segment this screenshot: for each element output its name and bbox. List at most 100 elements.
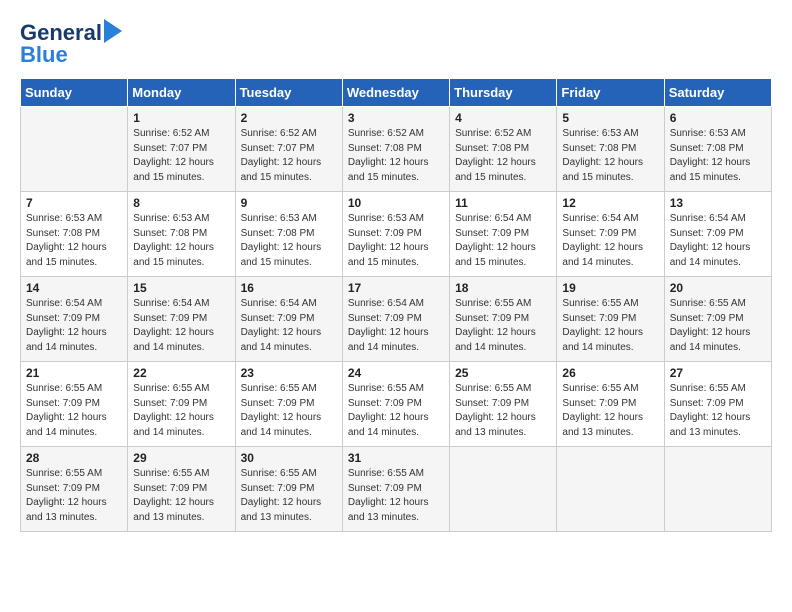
day-info: Sunrise: 6:53 AMSunset: 7:08 PMDaylight:…	[133, 212, 229, 270]
daylight-text: Daylight: 12 hours and 13 minutes.	[348, 496, 444, 525]
day-number: 1	[133, 111, 229, 125]
sunset-text: Sunset: 7:08 PM	[670, 142, 766, 157]
weekday-header: Saturday	[664, 79, 771, 107]
calendar-cell: 8Sunrise: 6:53 AMSunset: 7:08 PMDaylight…	[128, 192, 235, 277]
sunrise-text: Sunrise: 6:55 AM	[455, 297, 551, 312]
sunrise-text: Sunrise: 6:55 AM	[670, 382, 766, 397]
day-info: Sunrise: 6:55 AMSunset: 7:09 PMDaylight:…	[241, 382, 337, 440]
calendar-cell: 1Sunrise: 6:52 AMSunset: 7:07 PMDaylight…	[128, 107, 235, 192]
sunrise-text: Sunrise: 6:54 AM	[241, 297, 337, 312]
day-number: 27	[670, 366, 766, 380]
daylight-text: Daylight: 12 hours and 14 minutes.	[241, 411, 337, 440]
day-info: Sunrise: 6:54 AMSunset: 7:09 PMDaylight:…	[670, 212, 766, 270]
day-info: Sunrise: 6:54 AMSunset: 7:09 PMDaylight:…	[133, 297, 229, 355]
sunrise-text: Sunrise: 6:55 AM	[455, 382, 551, 397]
daylight-text: Daylight: 12 hours and 14 minutes.	[26, 326, 122, 355]
sunrise-text: Sunrise: 6:55 AM	[241, 382, 337, 397]
calendar-cell: 7Sunrise: 6:53 AMSunset: 7:08 PMDaylight…	[21, 192, 128, 277]
day-number: 30	[241, 451, 337, 465]
day-number: 22	[133, 366, 229, 380]
daylight-text: Daylight: 12 hours and 14 minutes.	[348, 411, 444, 440]
calendar-cell: 29Sunrise: 6:55 AMSunset: 7:09 PMDayligh…	[128, 447, 235, 532]
day-number: 9	[241, 196, 337, 210]
day-info: Sunrise: 6:53 AMSunset: 7:09 PMDaylight:…	[348, 212, 444, 270]
day-info: Sunrise: 6:55 AMSunset: 7:09 PMDaylight:…	[348, 467, 444, 525]
calendar-cell: 12 Sunrise: 6:54 AMSunset: 7:09 PMDayligh…	[557, 192, 664, 277]
sunrise-text: Sunrise: 6:54 AM	[455, 212, 551, 227]
calendar-table: SundayMondayTuesdayWednesdayThursdayFrid…	[20, 78, 772, 532]
sunset-text: Sunset: 7:09 PM	[562, 312, 658, 327]
calendar-cell	[557, 447, 664, 532]
daylight-text: Daylight: 12 hours and 15 minutes.	[670, 156, 766, 185]
sunrise-text: Sunrise: 6:55 AM	[241, 467, 337, 482]
calendar-week-row: 28Sunrise: 6:55 AMSunset: 7:09 PMDayligh…	[21, 447, 772, 532]
sunrise-text: Sunrise: 6:53 AM	[133, 212, 229, 227]
calendar-week-row: 21Sunrise: 6:55 AMSunset: 7:09 PMDayligh…	[21, 362, 772, 447]
sunset-text: Sunset: 7:09 PM	[562, 397, 658, 412]
calendar-header-row: SundayMondayTuesdayWednesdayThursdayFrid…	[21, 79, 772, 107]
calendar-cell: 20 Sunrise: 6:55 AMSunset: 7:09 PMDayligh…	[664, 277, 771, 362]
daylight-text: Daylight: 12 hours and 14 minutes.	[348, 326, 444, 355]
day-info: Sunrise: 6:52 AMSunset: 7:08 PMDaylight:…	[455, 127, 551, 185]
calendar-cell: 27 Sunrise: 6:55 AMSunset: 7:09 PMDayligh…	[664, 362, 771, 447]
calendar-cell: 22Sunrise: 6:55 AMSunset: 7:09 PMDayligh…	[128, 362, 235, 447]
day-number: 28	[26, 451, 122, 465]
day-number: 3	[348, 111, 444, 125]
day-info: Sunrise: 6:53 AMSunset: 7:08 PMDaylight:…	[241, 212, 337, 270]
daylight-text: Daylight: 12 hours and 14 minutes.	[26, 411, 122, 440]
day-number: 16	[241, 281, 337, 295]
daylight-text: Daylight: 12 hours and 14 minutes.	[133, 326, 229, 355]
day-info: Sunrise: 6:52 AMSunset: 7:07 PMDaylight:…	[241, 127, 337, 185]
sunrise-text: Sunrise: 6:54 AM	[26, 297, 122, 312]
calendar-cell	[21, 107, 128, 192]
day-number: 31	[348, 451, 444, 465]
calendar-cell: 6Sunrise: 6:53 AMSunset: 7:08 PMDaylight…	[664, 107, 771, 192]
calendar-cell: 25 Sunrise: 6:55 AMSunset: 7:09 PMDayligh…	[450, 362, 557, 447]
sunrise-text: Sunrise: 6:52 AM	[348, 127, 444, 142]
calendar-cell: 19Sunrise: 6:55 AMSunset: 7:09 PMDayligh…	[557, 277, 664, 362]
sunset-text: Sunset: 7:08 PM	[562, 142, 658, 157]
calendar-cell	[450, 447, 557, 532]
sunrise-text: Sunrise: 6:55 AM	[348, 467, 444, 482]
sunset-text: Sunset: 7:08 PM	[455, 142, 551, 157]
day-info: Sunrise: 6:54 AMSunset: 7:09 PMDaylight:…	[562, 212, 658, 270]
sunset-text: Sunset: 7:09 PM	[241, 397, 337, 412]
day-number: 21	[26, 366, 122, 380]
day-number: 12	[562, 196, 658, 210]
daylight-text: Daylight: 12 hours and 13 minutes.	[26, 496, 122, 525]
day-number: 24	[348, 366, 444, 380]
daylight-text: Daylight: 12 hours and 15 minutes.	[133, 241, 229, 270]
calendar-cell: 24Sunrise: 6:55 AMSunset: 7:09 PMDayligh…	[342, 362, 449, 447]
sunset-text: Sunset: 7:09 PM	[348, 482, 444, 497]
day-number: 20	[670, 281, 766, 295]
sunrise-text: Sunrise: 6:54 AM	[670, 212, 766, 227]
day-info: Sunrise: 6:54 AMSunset: 7:09 PMDaylight:…	[241, 297, 337, 355]
day-number: 25	[455, 366, 551, 380]
sunset-text: Sunset: 7:09 PM	[670, 397, 766, 412]
calendar-cell: 17Sunrise: 6:54 AMSunset: 7:09 PMDayligh…	[342, 277, 449, 362]
day-info: Sunrise: 6:55 AMSunset: 7:09 PMDaylight:…	[670, 382, 766, 440]
sunset-text: Sunset: 7:09 PM	[455, 312, 551, 327]
day-info: Sunrise: 6:53 AMSunset: 7:08 PMDaylight:…	[26, 212, 122, 270]
logo: General Blue	[20, 20, 122, 68]
day-info: Sunrise: 6:55 AMSunset: 7:09 PMDaylight:…	[455, 382, 551, 440]
sunset-text: Sunset: 7:09 PM	[26, 397, 122, 412]
day-info: Sunrise: 6:55 AMSunset: 7:09 PMDaylight:…	[670, 297, 766, 355]
day-info: Sunrise: 6:55 AMSunset: 7:09 PMDaylight:…	[133, 467, 229, 525]
daylight-text: Daylight: 12 hours and 13 minutes.	[133, 496, 229, 525]
sunset-text: Sunset: 7:09 PM	[241, 482, 337, 497]
weekday-header: Tuesday	[235, 79, 342, 107]
sunrise-text: Sunrise: 6:53 AM	[26, 212, 122, 227]
logo-blue-text: Blue	[20, 42, 68, 68]
sunset-text: Sunset: 7:09 PM	[26, 312, 122, 327]
calendar-cell: 23Sunrise: 6:55 AMSunset: 7:09 PMDayligh…	[235, 362, 342, 447]
weekday-header: Friday	[557, 79, 664, 107]
day-info: Sunrise: 6:53 AMSunset: 7:08 PMDaylight:…	[670, 127, 766, 185]
day-info: Sunrise: 6:55 AMSunset: 7:09 PMDaylight:…	[455, 297, 551, 355]
sunrise-text: Sunrise: 6:52 AM	[455, 127, 551, 142]
sunrise-text: Sunrise: 6:54 AM	[348, 297, 444, 312]
daylight-text: Daylight: 12 hours and 15 minutes.	[348, 156, 444, 185]
sunset-text: Sunset: 7:09 PM	[670, 312, 766, 327]
sunrise-text: Sunrise: 6:55 AM	[348, 382, 444, 397]
daylight-text: Daylight: 12 hours and 15 minutes.	[26, 241, 122, 270]
